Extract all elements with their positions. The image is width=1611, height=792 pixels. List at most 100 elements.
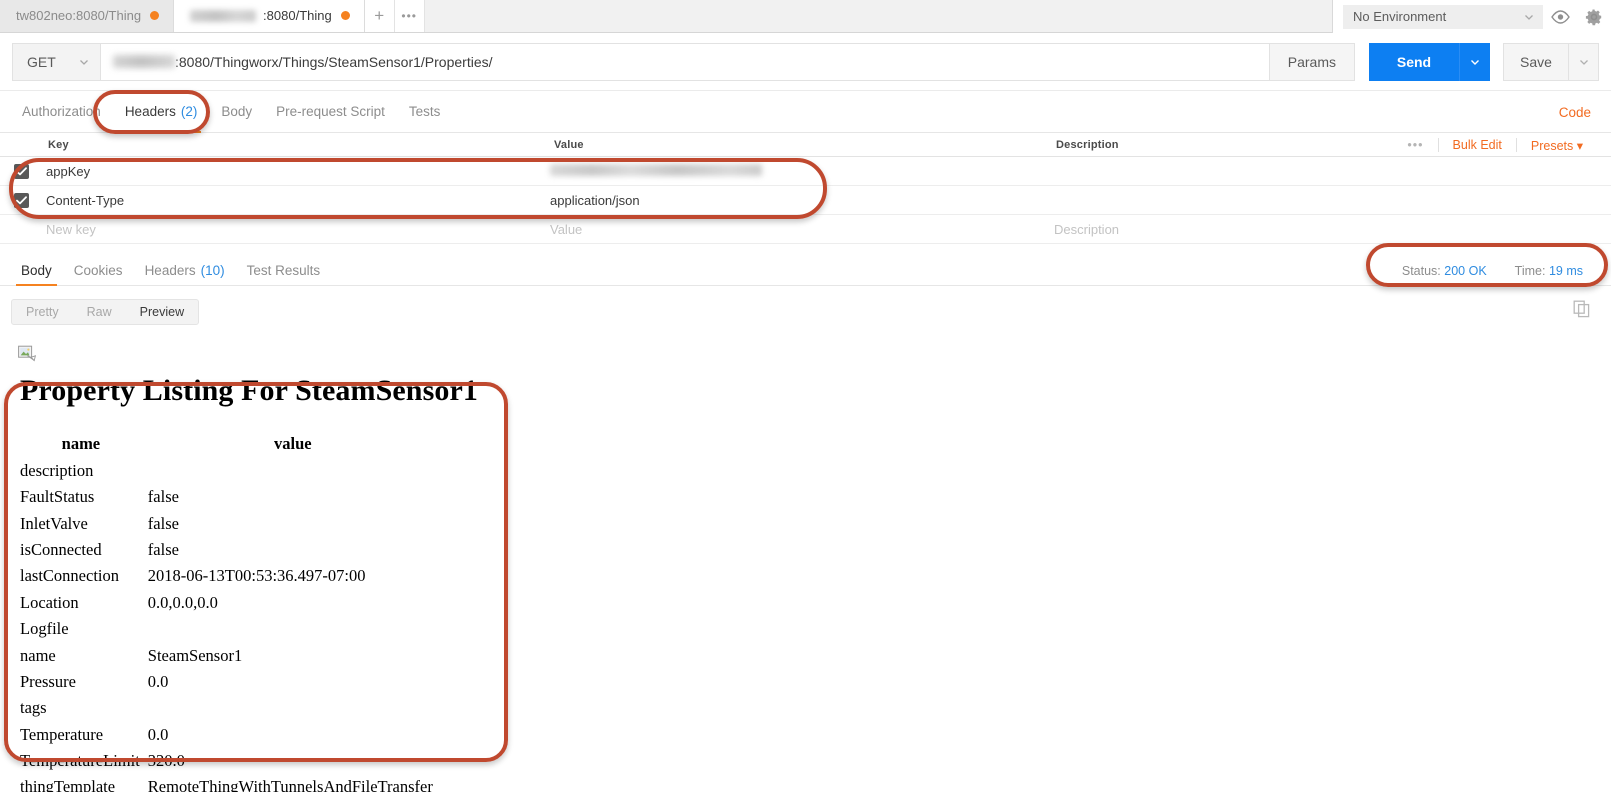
tab-tests-label: Tests	[408, 104, 441, 119]
send-button[interactable]: Send	[1369, 42, 1459, 81]
response-tab-headers[interactable]: Headers (10)	[134, 255, 236, 286]
copy-response-button[interactable]	[1573, 300, 1591, 321]
request-url-input[interactable]: :8080/Thingworx/Things/SteamSensor1/Prop…	[100, 42, 1270, 81]
environment-select-label: No Environment	[1353, 9, 1447, 24]
response-status-zone: Status: 200 OK Time: 19 ms	[1402, 255, 1583, 286]
save-options-button[interactable]	[1569, 42, 1599, 81]
request-tab-1-label: tw802neo:8080/Thing	[16, 8, 142, 23]
header-enabled-checkbox[interactable]	[13, 192, 29, 208]
property-name: InletValve	[20, 513, 88, 533]
response-tab-body[interactable]: Body	[10, 255, 63, 286]
property-name: Location	[20, 592, 79, 612]
property-name: isConnected	[20, 540, 102, 560]
property-column-name: name	[61, 434, 101, 453]
property-value	[148, 618, 438, 644]
table-row: thingTemplate RemoteThingWithTunnelsAndFi…	[14, 776, 438, 792]
response-tab-cookies[interactable]: Cookies	[63, 255, 134, 286]
environment-quick-look-button[interactable]	[1543, 0, 1577, 33]
property-name: TemperatureLimit	[20, 750, 140, 770]
request-url-text: :8080/Thingworx/Things/SteamSensor1/Prop…	[175, 53, 493, 70]
unsaved-dot-icon	[150, 11, 160, 20]
bulk-edit-link[interactable]: Bulk Edit	[1439, 138, 1516, 152]
chevron-down-icon	[1471, 59, 1479, 65]
table-row: InletValve false	[14, 513, 438, 539]
tab-tests[interactable]: Tests	[397, 91, 453, 133]
response-view-toggle: Pretty Raw Preview	[11, 299, 200, 325]
header-row-appkey: appKey	[0, 157, 1611, 186]
environment-select[interactable]: No Environment	[1343, 4, 1543, 29]
ellipsis-icon: •••	[401, 8, 418, 23]
tab-headers[interactable]: Headers (2)	[113, 91, 210, 133]
header-row-new: New key Value Description	[0, 215, 1611, 244]
presets-dropdown[interactable]: Presets ▾	[1517, 138, 1597, 153]
property-name: FaultStatus	[20, 487, 95, 507]
status-group: Status: 200 OK	[1402, 264, 1487, 278]
header-key-appkey[interactable]: appKey	[42, 164, 550, 179]
view-raw-label: Raw	[86, 305, 112, 319]
header-value-appkey[interactable]	[550, 163, 1050, 179]
table-row: isConnected false	[14, 539, 438, 565]
property-name: Logfile	[20, 619, 69, 639]
redacted-host	[113, 55, 175, 68]
headers-table: Key Value Description ••• Bulk Edit Pres…	[0, 133, 1611, 244]
tab-body[interactable]: Body	[209, 91, 264, 133]
gear-icon	[1585, 8, 1602, 25]
property-value: 0.0	[147, 724, 169, 744]
unsaved-dot-icon	[340, 11, 350, 20]
tab-pre-request-script-label: Pre-request Script	[276, 104, 385, 119]
view-pretty-button[interactable]: Pretty	[12, 300, 73, 324]
view-preview-button[interactable]: Preview	[126, 300, 198, 324]
tab-authorization[interactable]: Authorization	[10, 91, 113, 133]
tab-authorization-label: Authorization	[22, 104, 101, 119]
table-row: lastConnection 2018-06-13T00:53:36.497-07…	[14, 565, 438, 591]
column-header-key: Key	[48, 138, 69, 151]
new-header-key-input[interactable]: New key	[42, 222, 550, 237]
request-tab-1[interactable]: tw802neo:8080/Thing	[0, 0, 175, 32]
column-header-value: Value	[554, 138, 584, 151]
params-button[interactable]: Params	[1269, 42, 1355, 81]
header-value-content-type[interactable]: application/json	[550, 193, 1050, 208]
status-value: 200 OK	[1444, 263, 1487, 278]
response-body-preview: Property Listing For SteamSensor1 name v…	[0, 332, 1611, 792]
view-raw-button[interactable]: Raw	[73, 300, 126, 324]
code-link[interactable]: Code	[1559, 91, 1591, 133]
table-row: Temperature 0.0	[14, 724, 438, 750]
new-tab-button[interactable]: +	[364, 0, 395, 32]
property-name: Temperature	[20, 724, 104, 744]
view-pretty-label: Pretty	[26, 305, 59, 319]
headers-more-options-icon[interactable]: •••	[1393, 138, 1437, 152]
property-column-value: value	[274, 434, 312, 453]
header-row-appkey-checkbox-cell	[0, 163, 42, 179]
table-row: TemperatureLimit 320.0	[14, 750, 438, 776]
response-tab-cookies-label: Cookies	[73, 262, 123, 278]
headers-table-actions: ••• Bulk Edit Presets ▾	[1393, 133, 1597, 157]
header-enabled-checkbox[interactable]	[13, 163, 29, 179]
table-row: FaultStatus false	[14, 486, 438, 512]
property-value: 320.0	[147, 750, 185, 770]
header-key-content-type[interactable]: Content-Type	[42, 193, 550, 208]
new-header-value-input[interactable]: Value	[550, 222, 1050, 237]
time-label: Time:	[1514, 263, 1546, 278]
response-tab-headers-count: (10)	[200, 262, 225, 278]
check-icon	[15, 166, 27, 175]
response-section-tabs: Body Cookies Headers (10) Test Results S…	[0, 255, 1611, 286]
property-listing: Property Listing For SteamSensor1 name v…	[14, 374, 478, 792]
table-row: tags	[14, 697, 438, 723]
property-name: Pressure	[20, 671, 76, 691]
response-tab-test-results[interactable]: Test Results	[236, 255, 332, 286]
request-tab-2[interactable]: :8080/Thing	[174, 0, 365, 32]
http-method-select[interactable]: GET	[12, 42, 100, 81]
property-name: lastConnection	[20, 566, 119, 586]
response-tab-test-results-label: Test Results	[246, 262, 321, 278]
property-value: false	[147, 513, 179, 533]
property-value	[148, 697, 438, 723]
property-table-header-row: name value	[14, 434, 438, 460]
tab-pre-request-script[interactable]: Pre-request Script	[264, 91, 397, 133]
time-group: Time: 19 ms	[1515, 264, 1583, 278]
send-options-button[interactable]	[1459, 42, 1490, 81]
settings-button[interactable]	[1577, 0, 1611, 33]
save-button[interactable]: Save	[1503, 42, 1569, 81]
time-value: 19 ms	[1548, 263, 1583, 278]
new-header-description-input[interactable]: Description	[1050, 222, 1611, 237]
tab-options-button[interactable]: •••	[394, 0, 425, 32]
